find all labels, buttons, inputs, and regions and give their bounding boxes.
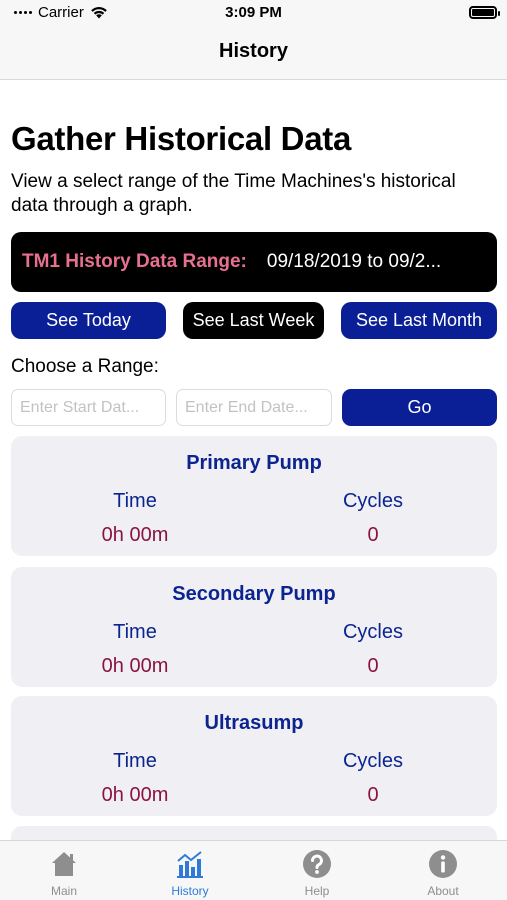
- ultrasump-card: Ultrasump Time Cycles 0h 00m 0: [11, 696, 497, 816]
- quick-range-buttons: See Today See Last Week See Last Month: [11, 302, 497, 339]
- time-label: Time: [113, 621, 157, 643]
- cycles-value: 0: [367, 784, 379, 806]
- bar-chart-icon: [177, 851, 203, 878]
- tab-main[interactable]: Main: [14, 841, 114, 900]
- tab-history[interactable]: History: [140, 841, 240, 900]
- card-title: Secondary Pump: [172, 583, 336, 605]
- start-date-input[interactable]: Enter Start Dat...: [11, 389, 166, 426]
- question-icon: [303, 850, 331, 878]
- nav-title: History: [219, 40, 288, 62]
- cycles-label: Cycles: [342, 750, 403, 772]
- range-banner-value: 09/18/2019 to 09/2...: [266, 251, 442, 272]
- time-label: Time: [113, 490, 157, 512]
- tab-about[interactable]: About: [393, 841, 493, 900]
- custom-range-row: Enter Start Dat... Enter End Date... Go: [11, 389, 497, 426]
- choose-range-label: Choose a Range:: [11, 356, 159, 377]
- time-value: 0h 00m: [101, 655, 169, 677]
- card-title: Ultrasump: [204, 712, 304, 734]
- range-banner: TM1 History Data Range: 09/18/2019 to 09…: [11, 232, 497, 292]
- tab-help[interactable]: Help: [267, 841, 367, 900]
- tab-label: History: [171, 884, 209, 898]
- info-icon: [429, 850, 457, 878]
- see-today-button[interactable]: See Today: [11, 302, 166, 339]
- go-button[interactable]: Go: [342, 389, 497, 426]
- time-value: 0h 00m: [101, 784, 169, 806]
- cycles-label: Cycles: [342, 621, 403, 643]
- card-title: Primary Pump: [186, 452, 322, 474]
- house-icon: [52, 852, 76, 876]
- tab-label: About: [427, 884, 459, 898]
- cycles-value: 0: [367, 655, 379, 677]
- tab-label: Help: [304, 884, 330, 898]
- range-banner-label: TM1 History Data Range:: [22, 251, 247, 272]
- time-label: Time: [113, 750, 157, 772]
- time-value: 0h 00m: [101, 524, 169, 546]
- page-title: Gather Historical Data: [11, 120, 352, 157]
- secondary-pump-card: Secondary Pump Time Cycles 0h 00m 0: [11, 567, 497, 687]
- status-time: 3:09 PM: [225, 4, 282, 21]
- page-description: View a select range of the Time Machines…: [11, 171, 456, 216]
- tab-label: Main: [50, 884, 77, 898]
- status-bar: Carrier 3:09 PM: [0, 0, 507, 26]
- cycles-label: Cycles: [342, 490, 403, 512]
- battery-icon: [469, 6, 500, 19]
- cycles-value: 0: [367, 524, 379, 546]
- primary-pump-card: Primary Pump Time Cycles 0h 00m 0: [11, 436, 497, 556]
- tab-bar: Main History Help About: [0, 840, 507, 900]
- see-last-month-button[interactable]: See Last Month: [341, 302, 497, 339]
- end-date-input[interactable]: Enter End Date...: [176, 389, 332, 426]
- top-chrome: Carrier 3:09 PM History: [0, 0, 507, 80]
- see-last-week-button[interactable]: See Last Week: [183, 302, 324, 339]
